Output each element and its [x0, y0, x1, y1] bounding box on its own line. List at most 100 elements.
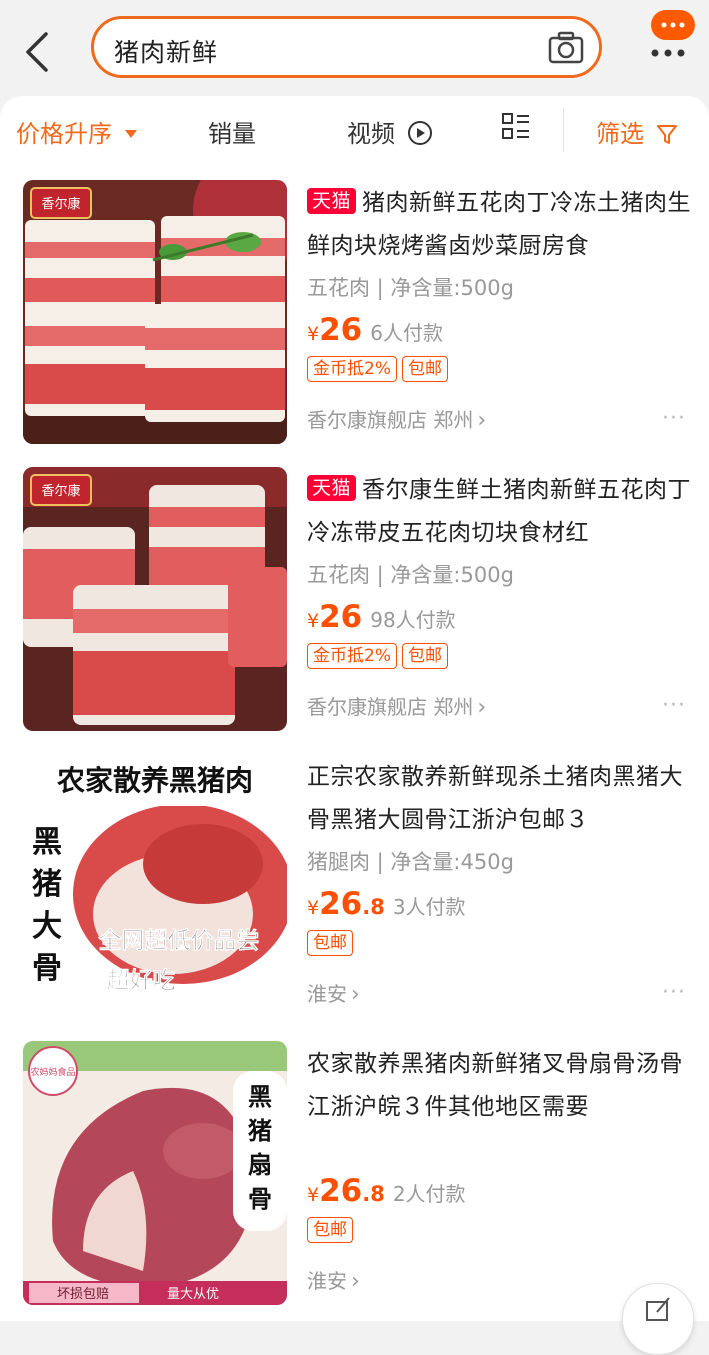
product-card[interactable]: 农家散养黑猪肉 黑 猪 大 骨 全网超低价品尝 超好吃 正宗农家散养新鲜现杀土猪…	[0, 754, 709, 1041]
back-button[interactable]	[18, 22, 58, 78]
pork-blade-bone-image: 农妈妈食品 黑 猪 扇 骨 坏损包赔 量大从优	[23, 1041, 287, 1305]
results-panel: 价格升序 销量 视频 筛选 香尔康 天猫 猪肉新鲜五花肉丁冷冻土猪肉生鲜肉块烧烤…	[0, 96, 709, 1321]
chevron-right-icon: ›	[477, 695, 487, 720]
price-row: ¥26 6人付款	[307, 312, 443, 348]
product-title[interactable]: 农家散养黑猪肉新鲜猪叉骨扇骨汤骨江浙沪皖３件其他地区需要	[307, 1043, 692, 1139]
price-decimal: .8	[362, 1182, 385, 1206]
tag-coin-discount: 金币抵2%	[307, 643, 397, 669]
product-title-text: 农家散养黑猪肉新鲜猪叉骨扇骨汤骨江浙沪皖３件其他地区需要	[307, 1051, 683, 1120]
price-decimal: .8	[362, 895, 385, 919]
sort-sales-label: 销量	[208, 120, 256, 148]
paid-count: 98人付款	[370, 608, 456, 632]
currency-symbol: ¥	[307, 323, 320, 345]
product-image[interactable]: 香尔康	[23, 180, 287, 444]
sort-price-label: 价格升序	[16, 120, 112, 148]
image-slogan-1: 全网超低价品尝	[98, 927, 260, 954]
shop-link[interactable]: 香尔康旗舰店 郑州 ›	[307, 691, 486, 720]
camera-icon[interactable]	[547, 30, 585, 66]
filter-button[interactable]: 筛选	[596, 114, 678, 149]
price-integer: 26	[319, 312, 363, 348]
product-image[interactable]: 香尔康	[23, 467, 287, 731]
price-row: ¥26.8 3人付款	[307, 886, 466, 922]
image-logo-text: 农妈妈食品	[30, 1066, 75, 1078]
tag-free-shipping: 包邮	[401, 643, 448, 669]
chevron-right-icon: ›	[477, 408, 487, 433]
image-side-text-4: 骨	[248, 1185, 272, 1213]
search-input[interactable]: 猪肉新鲜	[91, 16, 602, 78]
tag-list: 包邮	[307, 930, 358, 956]
image-side-text-2: 猪	[32, 867, 62, 902]
item-more-icon[interactable]: ···	[662, 980, 686, 1005]
tag-list: 包邮	[307, 1217, 358, 1243]
tag-free-shipping: 包邮	[307, 1217, 353, 1243]
image-banner-text: 农家散养黑猪肉	[56, 764, 253, 797]
brand-logo-text: 香尔康	[41, 483, 80, 499]
product-image[interactable]: 农妈妈食品 黑 猪 扇 骨 坏损包赔 量大从优	[23, 1041, 287, 1305]
image-strip-2: 量大从优	[167, 1287, 219, 1302]
shop-link[interactable]: 淮安 ›	[307, 1265, 360, 1294]
paid-count: 3人付款	[392, 895, 466, 919]
currency-symbol: ¥	[307, 897, 320, 919]
sort-video[interactable]: 视频	[347, 114, 433, 149]
product-card[interactable]: 香尔康 天猫 香尔康生鲜土猪肉新鲜五花肉丁冷冻带皮五花肉切块食材红 五花肉 | 净…	[0, 467, 709, 754]
product-spec: 五花肉 | 净含量:500g	[307, 276, 514, 300]
product-title[interactable]: 天猫 香尔康生鲜土猪肉新鲜五花肉丁冷冻带皮五花肉切块食材红	[307, 469, 692, 565]
product-title-text: 正宗农家散养新鲜现杀土猪肉黑猪大骨黑猪大圆骨江浙沪包邮３	[307, 764, 683, 833]
shop-name: 香尔康旗舰店 郑州	[307, 695, 474, 719]
item-more-icon[interactable]: ···	[662, 693, 686, 718]
product-spec: 猪腿肉 | 净含量:450g	[307, 850, 514, 874]
chevron-right-icon: ›	[351, 982, 360, 1007]
image-strip-1: 坏损包赔	[57, 1287, 109, 1302]
shop-name: 香尔康旗舰店 郑州	[307, 408, 474, 432]
filter-funnel-icon	[656, 125, 677, 144]
filter-label: 筛选	[596, 120, 644, 148]
price-row: ¥26.8 2人付款	[307, 1173, 466, 1209]
back-arrow-icon	[26, 32, 48, 72]
paid-count: 6人付款	[370, 321, 443, 345]
layout-toggle-button[interactable]	[501, 112, 531, 148]
price-integer: 26	[319, 599, 363, 635]
item-more-icon[interactable]: ···	[662, 406, 686, 431]
currency-symbol: ¥	[307, 1184, 320, 1206]
tag-free-shipping: 包邮	[401, 356, 448, 382]
image-slogan-2: 超好吃	[107, 968, 176, 994]
search-query: 猪肉新鲜	[114, 38, 219, 67]
product-title-text: 猪肉新鲜五花肉丁冷冻土猪肉生鲜肉块烧烤酱卤炒菜厨房食	[307, 190, 692, 259]
sort-sales[interactable]: 销量	[208, 114, 256, 149]
image-side-text-1: 黑	[32, 825, 62, 860]
sort-bar: 价格升序 销量 视频 筛选	[0, 96, 709, 166]
feedback-button[interactable]	[622, 1283, 694, 1355]
product-title[interactable]: 天猫 猪肉新鲜五花肉丁冷冻土猪肉生鲜肉块烧烤酱卤炒菜厨房食	[307, 182, 692, 278]
shop-name: 淮安	[307, 1269, 347, 1293]
more-dots-icon	[651, 49, 685, 57]
product-card[interactable]: 香尔康 天猫 猪肉新鲜五花肉丁冷冻土猪肉生鲜肉块烧烤酱卤炒菜厨房食 五花肉 | 净…	[0, 180, 709, 467]
price-integer: 26	[319, 1173, 363, 1209]
shop-name: 淮安	[307, 982, 347, 1006]
tag-free-shipping: 包邮	[307, 930, 353, 956]
shop-link[interactable]: 淮安 ›	[307, 978, 360, 1007]
product-card[interactable]: 农妈妈食品 黑 猪 扇 骨 坏损包赔 量大从优 农家散养黑猪肉新鲜猪叉骨扇骨汤骨…	[0, 1041, 709, 1321]
more-menu-button[interactable]	[640, 8, 700, 68]
paid-count: 2人付款	[392, 1182, 466, 1206]
black-pork-bone-image: 农家散养黑猪肉 黑 猪 大 骨 全网超低价品尝 超好吃	[23, 754, 287, 1018]
sort-video-label: 视频	[347, 120, 395, 148]
shop-link[interactable]: 香尔康旗舰店 郑州 ›	[307, 404, 486, 433]
list-layout-icon	[502, 113, 529, 139]
image-side-text-1: 黑	[248, 1083, 272, 1111]
tag-list: 金币抵2% 包邮	[307, 643, 453, 669]
product-title[interactable]: 正宗农家散养新鲜现杀土猪肉黑猪大骨黑猪大圆骨江浙沪包邮３	[307, 756, 692, 852]
product-image[interactable]: 农家散养黑猪肉 黑 猪 大 骨 全网超低价品尝 超好吃	[23, 754, 287, 1018]
product-spec: 五花肉 | 净含量:500g	[307, 563, 514, 587]
sort-price-asc[interactable]: 价格升序	[16, 114, 138, 149]
tmall-badge: 天猫	[307, 475, 357, 501]
image-side-text-4: 骨	[32, 951, 62, 986]
currency-symbol: ¥	[307, 610, 320, 632]
message-badge	[651, 10, 695, 40]
edit-icon	[646, 1297, 670, 1321]
tag-coin-discount: 金币抵2%	[307, 356, 397, 382]
play-icon	[407, 121, 432, 145]
top-bar: 猪肉新鲜	[0, 0, 709, 100]
image-side-text-3: 大	[32, 909, 62, 944]
price-integer: 26	[319, 886, 363, 922]
product-title-text: 香尔康生鲜土猪肉新鲜五花肉丁冷冻带皮五花肉切块食材红	[307, 477, 692, 546]
